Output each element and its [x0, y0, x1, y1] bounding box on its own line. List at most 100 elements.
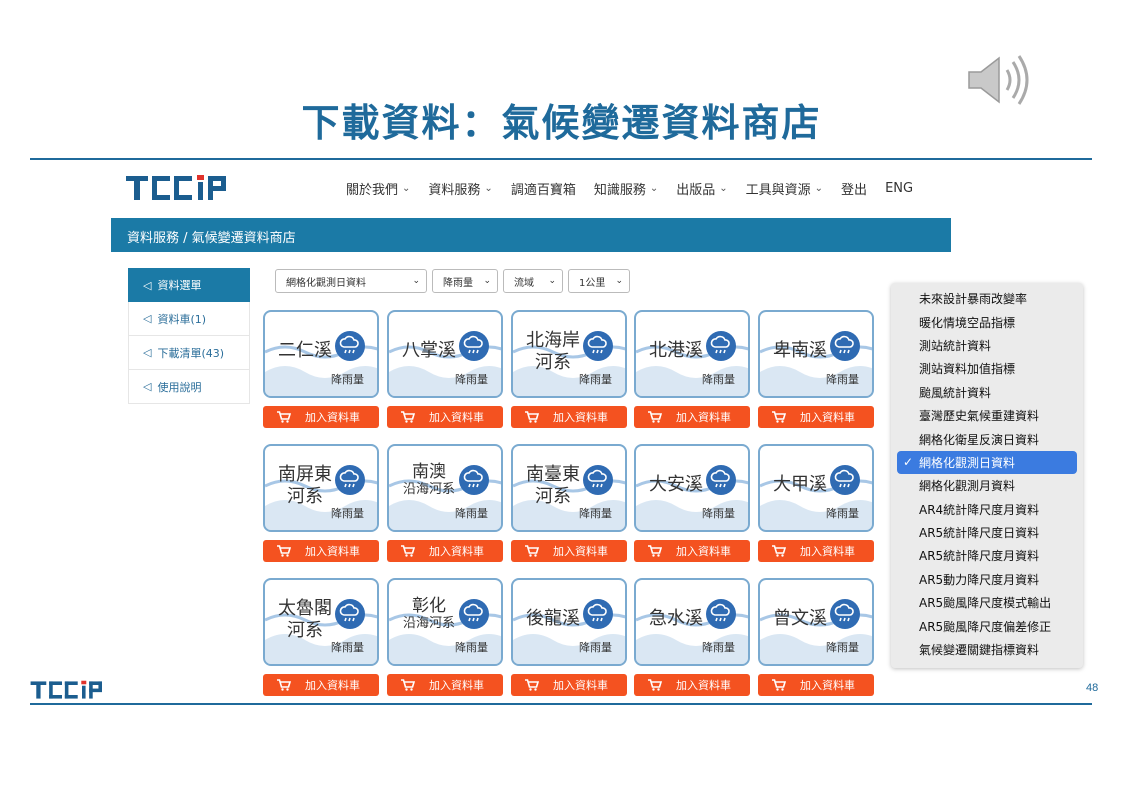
- add-to-cart-button[interactable]: 加入資料車: [511, 540, 627, 562]
- add-to-cart-button[interactable]: 加入資料車: [634, 540, 750, 562]
- add-to-cart-button[interactable]: 加入資料車: [758, 540, 874, 562]
- card-name: 北港溪: [642, 340, 710, 362]
- add-to-cart-button[interactable]: 加入資料車: [758, 406, 874, 428]
- card-name-line: 北港溪: [649, 340, 703, 361]
- dropdown-option[interactable]: 颱風統計資料: [891, 381, 1083, 404]
- cart-icon: [277, 411, 291, 423]
- add-to-cart-label: 加入資料車: [676, 411, 731, 424]
- dataset-card[interactable]: 大甲溪 降雨量: [758, 444, 874, 532]
- add-to-cart-button[interactable]: 加入資料車: [387, 406, 503, 428]
- nav-item-1[interactable]: 資料服務 ⌄: [428, 179, 492, 198]
- add-to-cart-label: 加入資料車: [429, 545, 484, 558]
- dataset-card[interactable]: 彰化 沿海河系 降雨量: [387, 578, 503, 666]
- rain-cloud-icon: [830, 331, 860, 361]
- dataset-card[interactable]: 太魯閣 河系 降雨量: [263, 578, 379, 666]
- card-name: 卑南溪: [766, 340, 834, 362]
- nav-item-0[interactable]: 關於我們 ⌄: [346, 179, 410, 198]
- card-name: 後龍溪: [519, 608, 587, 630]
- nav-item-label: 知識服務: [593, 183, 646, 198]
- dataset-card[interactable]: 卑南溪降雨量: [758, 310, 874, 398]
- resolution-select[interactable]: 1公里 ⌄: [568, 269, 630, 293]
- chevron-down-icon: ⌄: [402, 183, 411, 194]
- dropdown-option[interactable]: AR5統計降尺度日資料: [891, 521, 1083, 544]
- dropdown-option[interactable]: 未來設計暴雨改變率: [891, 287, 1083, 310]
- sidebar-item-label: 使用說明: [157, 380, 202, 394]
- dataset-card[interactable]: 八掌溪 降雨量: [387, 310, 503, 398]
- cart-icon: [772, 679, 786, 691]
- dropdown-option[interactable]: AR5動力降尺度月資料: [891, 568, 1083, 591]
- cart-icon: [401, 679, 415, 691]
- add-to-cart-button[interactable]: 加入資料車: [511, 674, 627, 696]
- nav-item-2[interactable]: 調適百寶箱: [511, 179, 576, 198]
- cart-icon: [401, 545, 415, 557]
- dropdown-option[interactable]: 暖化情境空品指標: [891, 310, 1083, 333]
- nav-item-5[interactable]: 工具與資源 ⌄: [746, 179, 823, 198]
- add-to-cart-button[interactable]: 加入資料車: [387, 540, 503, 562]
- dropdown-option[interactable]: AR5颱風降尺度模式輸出: [891, 591, 1083, 614]
- sidebar-item-1[interactable]: ◁ 資料車(1): [128, 302, 250, 336]
- card-name-line: 南屏東: [278, 464, 332, 485]
- add-to-cart-button[interactable]: 加入資料車: [758, 674, 874, 696]
- dataset-card[interactable]: 南澳 沿海河系降雨量: [387, 444, 503, 532]
- cart-icon: [277, 679, 291, 691]
- nav-item-6[interactable]: 登出: [841, 179, 867, 198]
- dataset-card[interactable]: 南臺東 河系 降雨量: [511, 444, 627, 532]
- dataset-select[interactable]: 網格化觀測日資料 ⌄: [275, 269, 427, 293]
- sidebar: ◁ 資料選單 ◁ 資料車(1) ◁ 下載清單(43) ◁ 使用說明: [128, 268, 250, 404]
- card-data-type: 降雨量: [579, 373, 612, 386]
- dataset-card[interactable]: 南屏東 河系 降雨量: [263, 444, 379, 532]
- nav-item-4[interactable]: 出版品 ⌄: [676, 179, 727, 198]
- add-to-cart-button[interactable]: 加入資料車: [263, 674, 379, 696]
- region-select[interactable]: 流域 ⌄: [503, 269, 563, 293]
- card-name: 大安溪: [642, 474, 710, 496]
- add-to-cart-button[interactable]: 加入資料車: [511, 406, 627, 428]
- card-data-type: 降雨量: [455, 507, 488, 520]
- card-data-type: 降雨量: [331, 507, 364, 520]
- dropdown-option[interactable]: 測站統計資料: [891, 334, 1083, 357]
- dropdown-option[interactable]: ✓ 網格化觀測日資料: [897, 450, 1077, 475]
- dataset-card[interactable]: 北海岸 河系 降雨量: [511, 310, 627, 398]
- card-data-type: 降雨量: [331, 641, 364, 654]
- dropdown-option[interactable]: AR5颱風降尺度偏差修正: [891, 614, 1083, 637]
- sidebar-item-label: 資料選單: [157, 279, 202, 292]
- chevron-down-icon: ⌄: [649, 183, 659, 194]
- dataset-card[interactable]: 大安溪 降雨量: [634, 444, 750, 532]
- card-data-type: 降雨量: [455, 373, 488, 386]
- dropdown-option[interactable]: 氣候變遷關鍵指標資料: [891, 638, 1083, 661]
- dropdown-option[interactable]: 測站資料加值指標: [891, 357, 1083, 380]
- add-to-cart-button[interactable]: 加入資料車: [387, 674, 503, 696]
- card-data-type: 降雨量: [826, 507, 859, 520]
- add-to-cart-button[interactable]: 加入資料車: [263, 540, 379, 562]
- dropdown-option[interactable]: 臺灣歷史氣候重建資料: [891, 404, 1083, 427]
- dropdown-option[interactable]: AR5統計降尺度月資料: [891, 544, 1083, 567]
- chevron-down-icon: ⌄: [814, 183, 824, 194]
- dropdown-option-label: AR4統計降尺度月資料: [919, 502, 1040, 517]
- card-data-type: 降雨量: [826, 373, 859, 386]
- dropdown-option[interactable]: 網格化衛星反演日資料: [891, 427, 1083, 450]
- dropdown-option-label: 網格化觀測月資料: [919, 479, 1016, 494]
- dataset-card[interactable]: 北港溪 降雨量: [634, 310, 750, 398]
- variable-select[interactable]: 降雨量 ⌄: [432, 269, 498, 293]
- chevron-down-icon: ⌄: [412, 276, 420, 286]
- nav-item-7[interactable]: ENG: [885, 179, 913, 198]
- card-name-line: 卑南溪: [773, 340, 827, 361]
- nav-item-label: 資料服務: [428, 183, 481, 198]
- add-to-cart-button[interactable]: 加入資料車: [263, 406, 379, 428]
- tccip-logo[interactable]: [126, 174, 228, 202]
- add-to-cart-button[interactable]: 加入資料車: [634, 674, 750, 696]
- card-name: 南澳 沿海河系: [395, 464, 463, 498]
- dataset-card[interactable]: 曾文溪 降雨量: [758, 578, 874, 666]
- dropdown-option[interactable]: AR4統計降尺度月資料: [891, 498, 1083, 521]
- sidebar-item-3[interactable]: ◁ 使用說明: [128, 370, 250, 404]
- sidebar-item-0[interactable]: ◁ 資料選單: [128, 268, 250, 302]
- dataset-card[interactable]: 急水溪 降雨量: [634, 578, 750, 666]
- add-to-cart-button[interactable]: 加入資料車: [634, 406, 750, 428]
- speaker-icon[interactable]: [965, 52, 1029, 108]
- dataset-card[interactable]: 二仁溪 降雨量: [263, 310, 379, 398]
- dropdown-option[interactable]: 網格化觀測月資料: [891, 474, 1083, 497]
- rain-cloud-icon: [830, 465, 860, 495]
- sidebar-item-2[interactable]: ◁ 下載清單(43): [128, 336, 250, 370]
- dataset-card[interactable]: 後龍溪 降雨量: [511, 578, 627, 666]
- nav-item-3[interactable]: 知識服務 ⌄: [594, 179, 658, 198]
- rain-cloud-icon: [335, 331, 365, 361]
